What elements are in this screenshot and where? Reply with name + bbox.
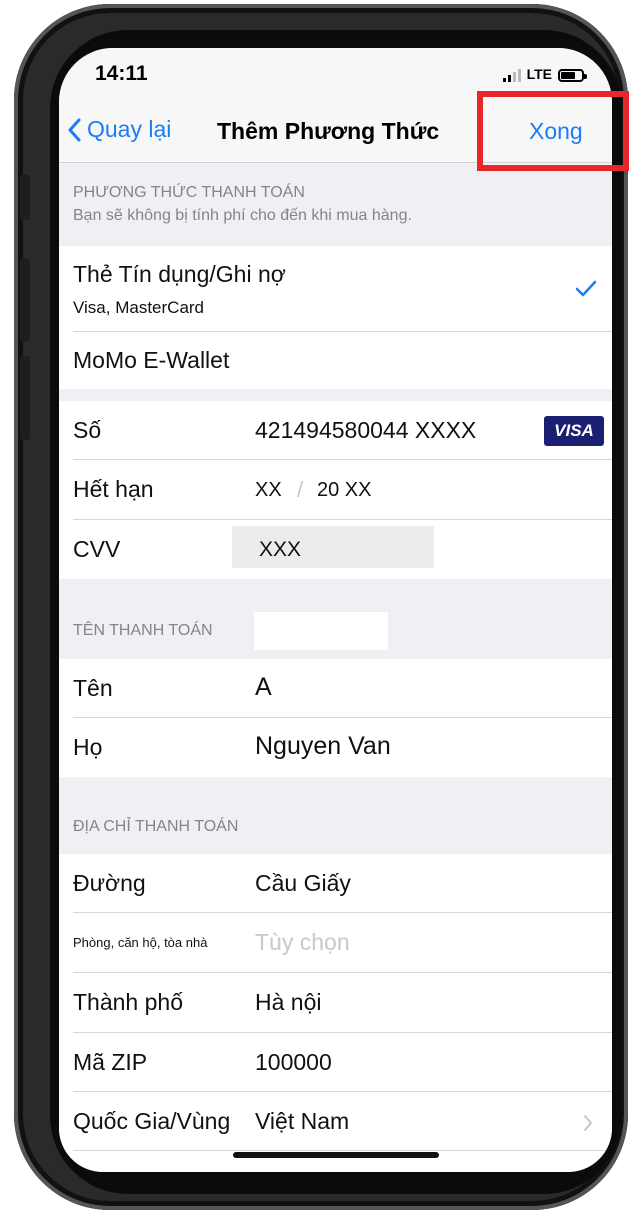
home-indicator [233, 1152, 439, 1158]
option-subtitle: Visa, MasterCard [73, 298, 205, 317]
first-name-input[interactable]: A [255, 673, 272, 702]
section-title: PHƯƠNG THỨC THANH TOÁN [73, 184, 305, 201]
street-input[interactable]: Cầu Giấy [255, 870, 351, 897]
payment-option-momo[interactable]: MoMo E-Wallet [59, 332, 612, 389]
country-row[interactable]: Quốc Gia/Vùng Việt Nam [59, 1092, 612, 1151]
street-label: Đường [73, 870, 146, 896]
signal-icon [502, 69, 521, 82]
city-label: Thành phố [73, 989, 183, 1015]
payment-option-card[interactable]: Thẻ Tín dụng/Ghi nợ Visa, MasterCard [59, 246, 612, 332]
apartment-label: Phòng, căn hộ, tòa nhà [73, 935, 208, 950]
section-title: ĐỊA CHỈ THANH TOÁN [73, 818, 239, 835]
card-number-row[interactable]: Số 421494580044 XXXX VISA [59, 401, 612, 460]
masked-area [254, 612, 388, 650]
zip-input[interactable]: 100000 [255, 1049, 332, 1076]
last-name-row[interactable]: Họ Nguyen Van [59, 718, 612, 777]
city-row[interactable]: Thành phố Hà nội [59, 973, 612, 1033]
battery-icon [558, 69, 587, 82]
apartment-row[interactable]: Phòng, căn hộ, tòa nhà Tùy chọn [59, 913, 612, 973]
checkmark-icon [575, 280, 597, 297]
volume-up-button [20, 258, 30, 342]
page-title: Thêm Phương Thức [217, 118, 440, 144]
option-title: Thẻ Tín dụng/Ghi nợ [73, 261, 286, 287]
zip-label: Mã ZIP [73, 1049, 148, 1075]
card-number-label: Số [73, 417, 102, 443]
chevron-right-icon [584, 1115, 592, 1131]
payment-method-list: Thẻ Tín dụng/Ghi nợ Visa, MasterCard MoM… [59, 246, 612, 389]
cvv-input[interactable]: XXX [259, 538, 301, 562]
country-value: Việt Nam [255, 1108, 350, 1134]
billing-name-group: Tên A Họ Nguyen Van [59, 659, 612, 777]
expiry-label: Hết hạn [73, 476, 154, 502]
highlight-box [477, 91, 629, 171]
back-button[interactable]: Quay lại [67, 116, 171, 143]
card-details: Số 421494580044 XXXX VISA Hết hạn XX / 2… [59, 401, 612, 579]
country-label: Quốc Gia/Vùng [73, 1108, 231, 1134]
first-name-row[interactable]: Tên A [59, 659, 612, 718]
zip-row[interactable]: Mã ZIP 100000 [59, 1033, 612, 1092]
last-name-label: Họ [73, 734, 103, 760]
option-title: MoMo E-Wallet [73, 347, 230, 373]
status-time: 14:11 [95, 62, 148, 85]
card-expiry-row[interactable]: Hết hạn XX / 20 XX [59, 460, 612, 520]
first-name-label: Tên [73, 675, 113, 701]
expiry-year-input[interactable]: 20 XX [317, 479, 371, 502]
cvv-row[interactable]: CVV XXX [59, 520, 612, 579]
expiry-month-input[interactable]: XX [255, 479, 282, 502]
network-label: LTE [526, 66, 552, 82]
city-input[interactable]: Hà nội [255, 989, 321, 1016]
phone-screen: 14:11 LTE Quay lại Thêm Phương Thức Xong… [59, 48, 612, 1172]
cvv-label: CVV [73, 536, 121, 562]
section-title: TÊN THANH TOÁN [73, 622, 213, 639]
section-subtitle: Bạn sẽ không bị tính phí cho đến khi mua… [73, 207, 412, 224]
last-name-input[interactable]: Nguyen Van [255, 732, 391, 761]
volume-down-button [20, 356, 30, 440]
street-row[interactable]: Đường Cầu Giấy [59, 854, 612, 913]
visa-logo: VISA [544, 416, 604, 446]
back-label: Quay lại [87, 116, 172, 142]
mute-switch [20, 174, 30, 220]
billing-address-group: Đường Cầu Giấy Phòng, căn hộ, tòa nhà Tù… [59, 854, 612, 1172]
status-indicators: LTE [502, 66, 587, 82]
apartment-input[interactable]: Tùy chọn [255, 929, 350, 956]
chevron-left-icon [68, 118, 81, 141]
card-number-input[interactable]: 421494580044 XXXX [255, 417, 476, 444]
expiry-separator: / [297, 477, 304, 502]
